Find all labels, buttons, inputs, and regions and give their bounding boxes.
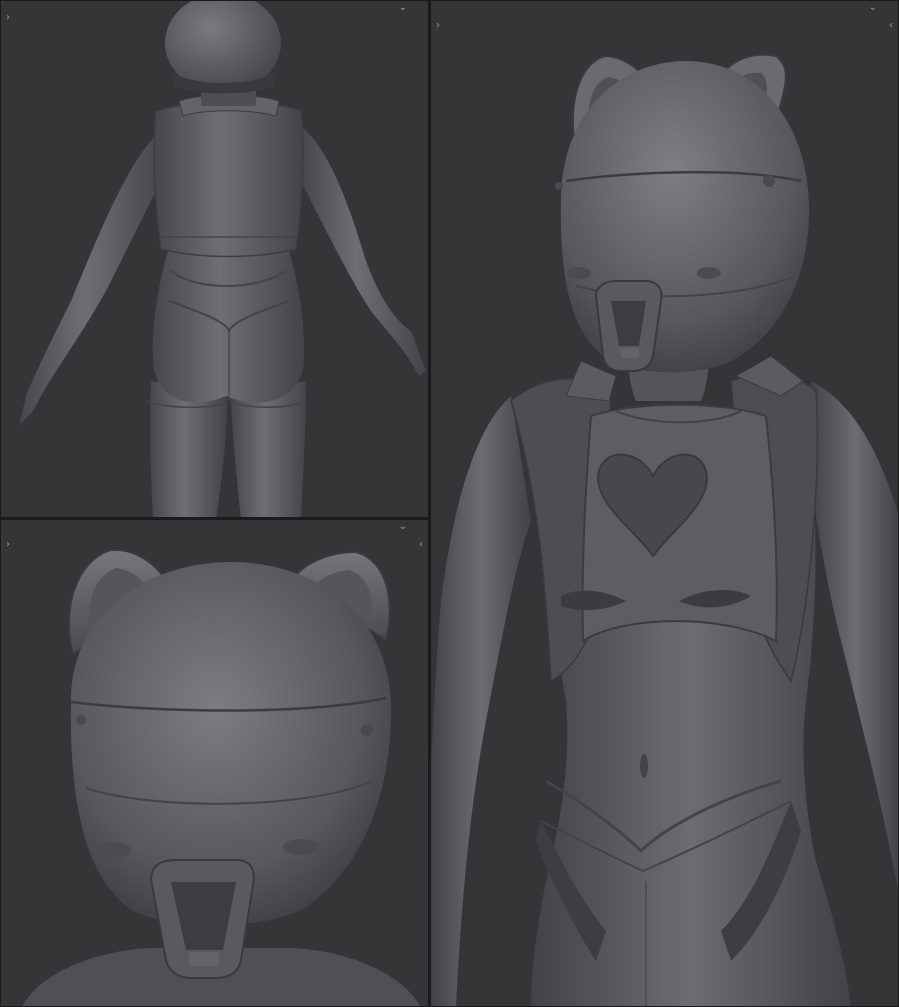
viewport-head-closeup[interactable]: › ⌄ ‹ (0, 519, 429, 1007)
model-render-head (22, 548, 420, 1006)
viewport-front-view[interactable]: › ⌄ ‹ (430, 0, 899, 1007)
viewport-back-view[interactable]: › ⌄ ‹ (0, 0, 429, 518)
chevron-down-icon[interactable]: ⌄ (396, 520, 410, 534)
chevron-down-icon[interactable]: ⌄ (866, 1, 880, 15)
chevron-right-icon[interactable]: › (431, 19, 445, 33)
chevron-right-icon[interactable]: › (1, 11, 15, 25)
chevron-left-icon[interactable]: ‹ (884, 19, 898, 33)
model-render-back (19, 1, 426, 517)
chevron-down-icon[interactable]: ⌄ (396, 1, 410, 15)
model-render-front (431, 53, 898, 1006)
chevron-right-icon[interactable]: › (1, 538, 15, 552)
chevron-left-icon[interactable]: ‹ (414, 538, 428, 552)
